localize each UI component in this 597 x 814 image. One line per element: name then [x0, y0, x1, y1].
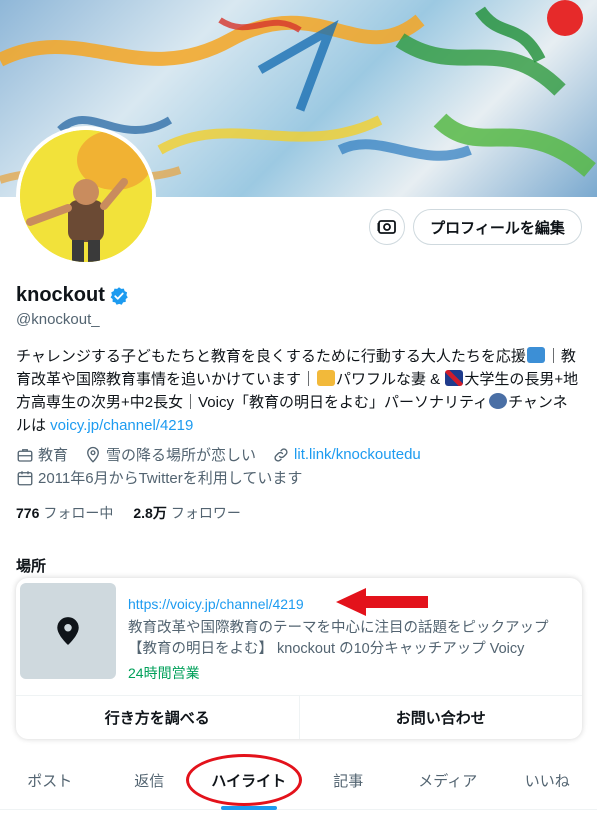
annotation-circle	[186, 754, 302, 806]
link-icon	[274, 447, 288, 462]
map-pin-icon	[57, 617, 79, 645]
directions-button[interactable]: 行き方を調べる	[16, 696, 300, 739]
followers-count: 2.8万	[133, 505, 167, 521]
profile-name: knockout	[16, 284, 105, 306]
profile-meta-row-2: 2011年6月からTwitterを利用しています	[16, 467, 302, 488]
briefcase-icon	[17, 448, 33, 462]
place-card[interactable]: https://voicy.jp/channel/4219 教育改革や国際教育の…	[16, 578, 582, 739]
tab-replies[interactable]: 返信	[100, 752, 200, 809]
verified-badge-icon[interactable]	[109, 286, 129, 306]
calendar-icon	[17, 470, 33, 485]
money-button[interactable]	[369, 209, 405, 245]
place-actions: 行き方を調べる お問い合わせ	[16, 695, 582, 739]
bio-text-3: パワフルな妻 &	[336, 371, 445, 388]
tab-articles[interactable]: 記事	[299, 752, 399, 809]
following-link[interactable]: 776 フォロー中	[16, 503, 113, 523]
place-thumbnail	[20, 583, 116, 679]
profile-name-row: knockout	[16, 284, 129, 307]
contact-button[interactable]: お問い合わせ	[300, 696, 583, 739]
money-icon	[377, 220, 396, 234]
megaphone-emoji-icon	[526, 347, 545, 363]
following-label: フォロー中	[43, 505, 114, 521]
avatar-image	[20, 130, 152, 262]
profile-location: 雪の降る場所が恋しい	[106, 447, 257, 464]
profile-category: 教育	[38, 447, 69, 464]
edit-profile-button[interactable]: プロフィールを編集	[413, 209, 582, 245]
uk-flag-emoji-icon	[445, 370, 464, 386]
family-emoji-icon	[317, 370, 336, 386]
tab-likes[interactable]: いいね	[498, 752, 597, 809]
profile-bio: チャレンジする子どもたちと教育を良くするために行動する大人たちを応援 ｜教育改革や…	[16, 345, 581, 437]
followers-link[interactable]: 2.8万 フォロワー	[133, 503, 240, 523]
profile-website-link[interactable]: lit.link/knockoutedu	[294, 446, 421, 463]
place-url-link[interactable]: https://voicy.jp/channel/4219	[128, 596, 304, 612]
profile-avatar[interactable]	[16, 126, 156, 266]
annotation-arrow-icon	[336, 588, 428, 616]
tab-posts[interactable]: ポスト	[0, 752, 100, 809]
location-pin-icon	[87, 446, 99, 463]
profile-meta-row-1: 教育 雪の降る場所が恋しい lit.link/knockoutedu	[16, 444, 421, 465]
bio-voicy-link[interactable]: voicy.jp/channel/4219	[50, 417, 193, 434]
place-hours: 24時間営業	[128, 665, 200, 681]
followers-label: フォロワー	[170, 505, 241, 521]
place-description: 教育改革や国際教育のテーマを中心に注目の話題をピックアップ【教育の明日をよむ】 …	[128, 620, 549, 657]
following-count: 776	[16, 505, 40, 521]
speaking-head-emoji-icon	[489, 393, 508, 409]
tab-media[interactable]: メディア	[398, 752, 498, 809]
profile-joined-date: 2011年6月からTwitterを利用しています	[38, 470, 303, 487]
follow-stats: 776 フォロー中 2.8万 フォロワー	[16, 503, 241, 523]
place-section-title: 場所	[16, 558, 47, 575]
bio-text-1: チャレンジする子どもたちと教育を良くするために行動する大人たちを応援	[16, 348, 526, 365]
profile-handle: @knockout_	[16, 311, 100, 328]
